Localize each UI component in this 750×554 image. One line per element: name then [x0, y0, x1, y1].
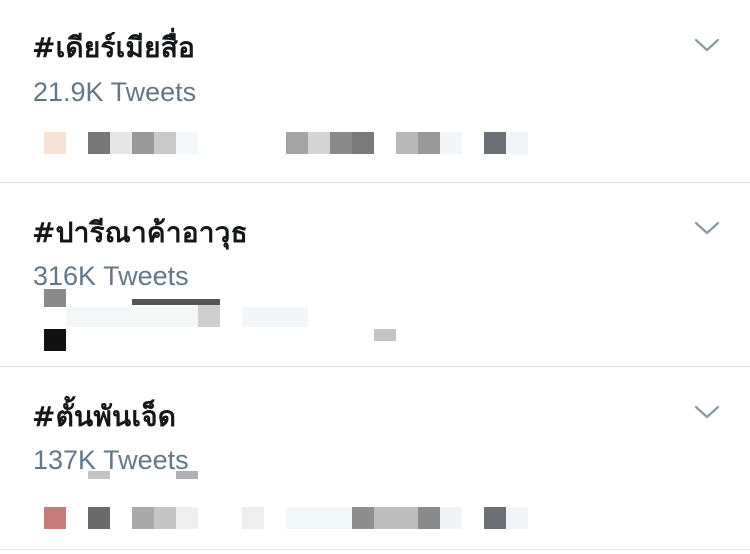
trend-item[interactable]: #ตั้นพันเจ็ด 137K Tweets	[0, 367, 750, 550]
trend-hashtag[interactable]: #เดียร์เมียสื่อ	[32, 26, 195, 70]
trend-item[interactable]: #เดียร์เมียสื่อ 21.9K Tweets	[0, 0, 750, 183]
trend-tweet-count: 21.9K Tweets	[33, 77, 197, 107]
trend-tweet-count: 316K Tweets	[33, 261, 189, 291]
trend-hashtag[interactable]: #ปารีณาค้าอาวุธ	[32, 211, 248, 255]
trend-hashtag[interactable]: #ตั้นพันเจ็ด	[32, 395, 176, 439]
chevron-down-icon[interactable]	[694, 219, 720, 237]
chevron-down-icon[interactable]	[694, 36, 720, 54]
chevron-down-icon[interactable]	[694, 403, 720, 421]
trend-tweet-count: 137K Tweets	[33, 445, 189, 475]
trend-item[interactable]: #ปารีณาค้าอาวุธ 316K Tweets	[0, 183, 750, 367]
